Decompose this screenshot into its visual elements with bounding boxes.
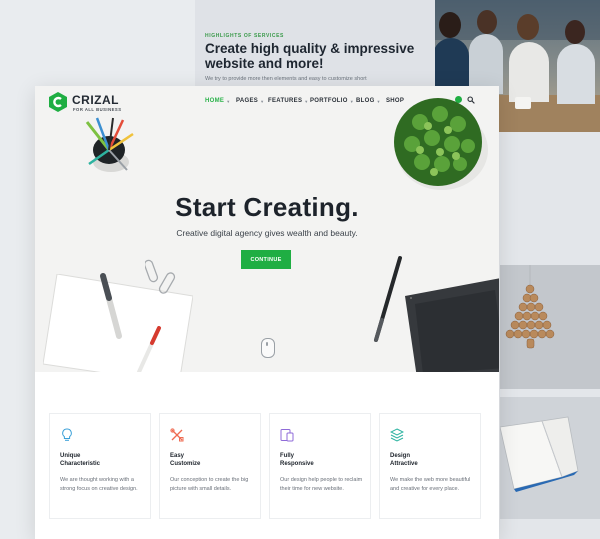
crizal-logo-icon[interactable] xyxy=(49,92,67,112)
continue-button[interactable]: CONTINUE xyxy=(241,250,291,269)
tools-icon xyxy=(170,428,184,442)
feature-title: Fully Responsive xyxy=(280,453,314,467)
hero-title: Start Creating. xyxy=(175,192,359,222)
feature-title: Unique Characteristic xyxy=(60,453,101,467)
background-right-panel xyxy=(500,132,600,265)
feature-description: We are thought working with a strong foc… xyxy=(60,477,138,492)
feature-description: We make the web more beautiful and creat… xyxy=(390,477,471,492)
chevron-down-icon: ▼ xyxy=(260,98,265,104)
feature-title: Easy Customize xyxy=(170,453,201,467)
feature-description: Our design help people to reclaim their … xyxy=(280,477,363,492)
nav-blog-label: BLOG xyxy=(356,98,375,104)
hero-subtitle: Creative digital agency gives wealth and… xyxy=(176,228,358,238)
nav-home[interactable]: HOME ▼ xyxy=(205,98,230,104)
nav-features-label: FEATURES xyxy=(268,98,303,104)
chevron-down-icon: ▼ xyxy=(376,98,381,104)
layers-icon xyxy=(390,428,404,442)
banner-headline: Create high quality & impressive website… xyxy=(205,41,415,71)
wooden-tree-photo xyxy=(500,265,600,389)
banner-description: We try to provide more then elements and… xyxy=(205,76,367,82)
chevron-down-icon: ▼ xyxy=(226,98,231,104)
nav-home-label: HOME xyxy=(205,98,225,104)
feature-card-responsive[interactable]: Fully Responsive Our design help people … xyxy=(269,413,371,519)
nav-blog[interactable]: BLOG ▼ xyxy=(356,98,381,104)
nav-pages-label: PAGES xyxy=(236,98,259,104)
brand-name[interactable]: CRIZAL xyxy=(72,93,119,107)
nav-features[interactable]: FEATURES ▼ xyxy=(268,98,309,104)
feature-card-unique[interactable]: Unique Characteristic We are thought wor… xyxy=(49,413,151,519)
lightbulb-icon xyxy=(62,428,72,441)
red-pen-decoration xyxy=(137,326,161,372)
scroll-indicator-icon[interactable] xyxy=(261,338,275,358)
feature-card-customize[interactable]: Easy Customize Our conception to create … xyxy=(159,413,261,519)
feature-card-design[interactable]: Design Attractive We make the web more b… xyxy=(379,413,481,519)
graphics-tablet-decoration xyxy=(405,278,499,372)
pencil-cup-decoration xyxy=(85,117,134,172)
plant-decoration xyxy=(394,98,488,190)
feature-description: Our conception to create the big picture… xyxy=(170,477,249,492)
white-pen-decoration xyxy=(100,273,122,339)
devices-icon xyxy=(280,429,294,442)
chevron-down-icon: ▼ xyxy=(304,98,309,104)
nav-portfolio[interactable]: PORTFOLIO ▼ xyxy=(310,98,354,104)
notebook-photo xyxy=(499,397,600,519)
banner-eyebrow: HIGHLIGHTS OF SERVICES xyxy=(205,33,284,39)
website-preview-card: CRIZAL FOR ALL BUSINESS HOME ▼ PAGES ▼ FEA… xyxy=(35,86,499,539)
nav-portfolio-label: PORTFOLIO xyxy=(310,98,348,104)
paperclips-decoration xyxy=(145,259,176,294)
chevron-down-icon: ▼ xyxy=(349,98,354,104)
stylus-decoration xyxy=(374,256,402,342)
hero-section: CRIZAL FOR ALL BUSINESS HOME ▼ PAGES ▼ FEA… xyxy=(35,86,499,372)
nav-pages[interactable]: PAGES ▼ xyxy=(236,98,264,104)
brand-tagline: FOR ALL BUSINESS xyxy=(73,107,122,112)
feature-title: Design Attractive xyxy=(390,453,418,467)
